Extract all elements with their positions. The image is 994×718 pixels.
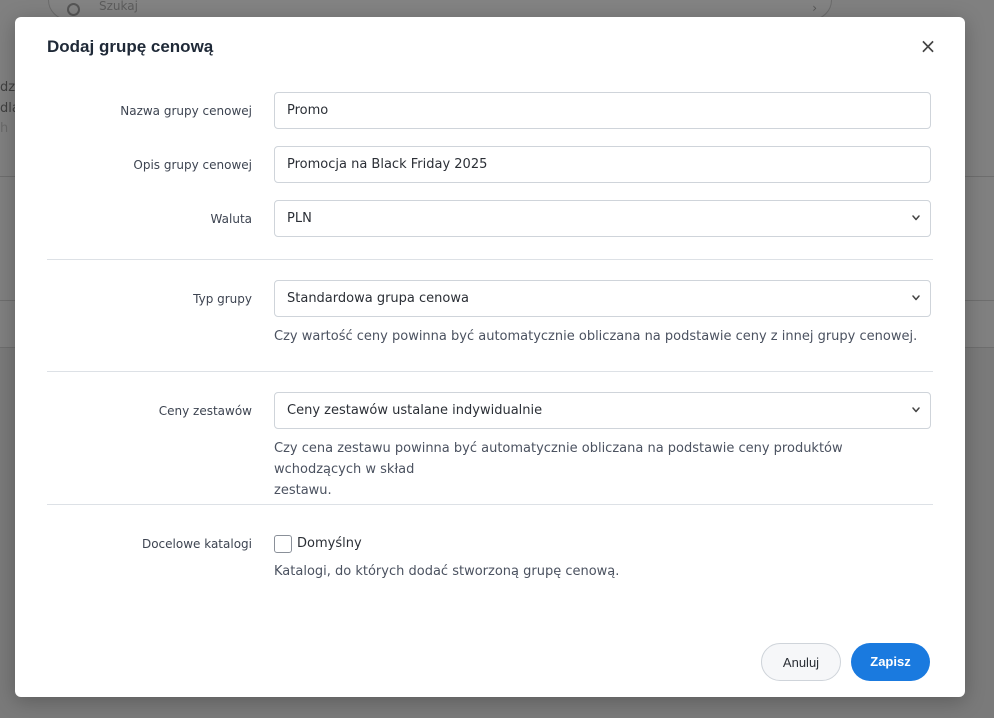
- section-divider: [47, 259, 933, 260]
- save-button[interactable]: Zapisz: [851, 643, 930, 681]
- price-group-description-value: Promocja na Black Friday 2025: [287, 157, 488, 172]
- group-type-select[interactable]: Standardowa grupa cenowa: [274, 280, 931, 317]
- group-type-selected-value: Standardowa grupa cenowa: [287, 291, 469, 306]
- set-prices-select[interactable]: Ceny zestawów ustalane indywidualnie: [274, 392, 931, 429]
- group-type-help-text: Czy wartość ceny powinna być automatyczn…: [274, 329, 918, 344]
- set-prices-help-text: Czy cena zestawu powinna być automatyczn…: [274, 438, 934, 501]
- close-icon[interactable]: ×: [917, 35, 939, 57]
- background-search-placeholder: Szukaj: [99, 0, 138, 13]
- dialog-title: Dodaj grupę cenową: [47, 37, 214, 56]
- cancel-button[interactable]: Anuluj: [761, 643, 841, 681]
- price-group-name-value: Promo: [287, 103, 329, 118]
- set-prices-help-line: Czy cena zestawu powinna być automatyczn…: [274, 441, 843, 477]
- set-prices-help-line: zestawu.: [274, 483, 332, 498]
- search-icon: [67, 3, 80, 16]
- set-prices-selected-value: Ceny zestawów ustalane indywidualnie: [287, 403, 543, 418]
- target-catalogs-help-text: Katalogi, do których dodać stworzoną gru…: [274, 564, 620, 579]
- set-prices-label: Ceny zestawów: [158, 404, 252, 418]
- chevron-down-icon: [912, 407, 920, 413]
- currency-select[interactable]: PLN: [274, 200, 931, 237]
- background-text-fragment: h: [0, 121, 9, 136]
- price-group-description-label: Opis grupy cenowej: [133, 158, 252, 172]
- price-group-name-input[interactable]: Promo: [274, 92, 931, 129]
- target-catalogs-label: Docelowe katalogi: [141, 537, 252, 551]
- group-type-label: Typ grupy: [193, 292, 252, 306]
- chevron-right-icon: ›: [812, 1, 817, 15]
- chevron-down-icon: [912, 215, 920, 221]
- section-divider: [47, 504, 933, 505]
- price-group-description-input[interactable]: Promocja na Black Friday 2025: [274, 146, 931, 183]
- default-catalog-checkbox[interactable]: [274, 535, 292, 553]
- currency-label: Waluta: [210, 212, 252, 226]
- price-group-name-label: Nazwa grupy cenowej: [120, 104, 252, 118]
- section-divider: [47, 371, 933, 372]
- currency-selected-value: PLN: [287, 211, 312, 226]
- add-price-group-dialog: Dodaj grupę cenową × Nazwa grupy cenowej…: [15, 17, 965, 697]
- chevron-down-icon: [912, 295, 920, 301]
- default-catalog-checkbox-label[interactable]: Domyślny: [297, 536, 362, 551]
